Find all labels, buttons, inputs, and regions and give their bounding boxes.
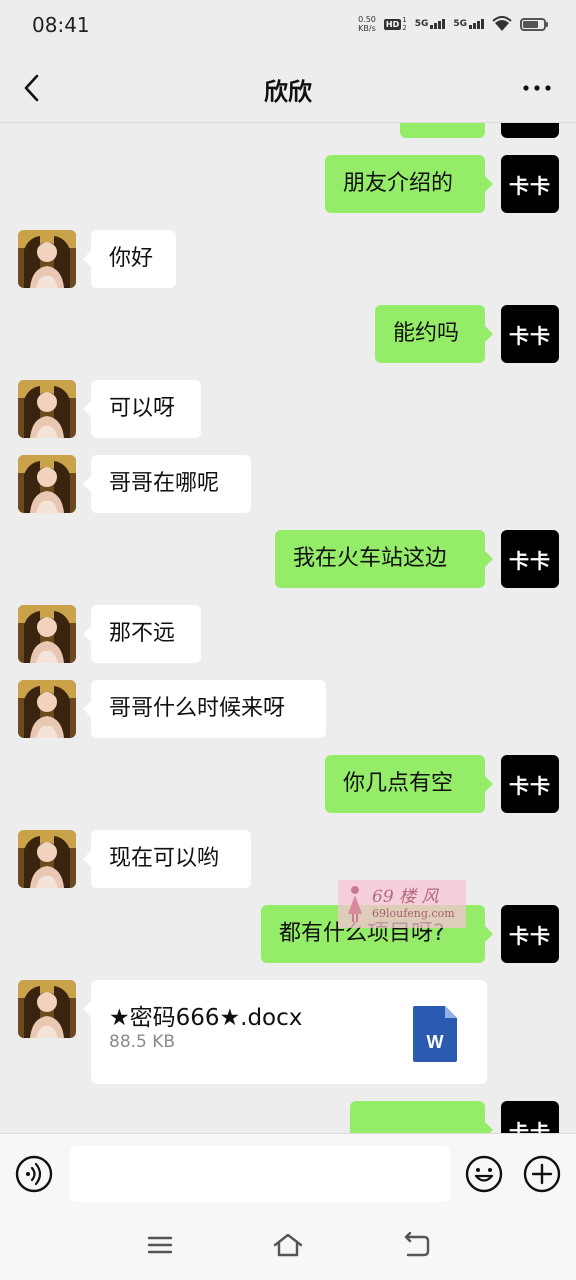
signal-label-sim1: 5G <box>414 19 429 29</box>
avatar[interactable] <box>18 230 76 288</box>
message-bubble-incoming[interactable]: 可以呀 <box>83 380 201 438</box>
hd-sim-top: 1 <box>402 16 407 24</box>
message-bubble-incoming[interactable]: 哥哥什么时候来呀 <box>83 680 326 738</box>
avatar[interactable] <box>18 455 76 513</box>
message-bubble-incoming[interactable]: 哥哥在哪呢 <box>83 455 251 513</box>
avatar[interactable] <box>18 980 76 1038</box>
more-horizontal-icon <box>523 85 551 91</box>
voice-icon <box>15 1155 53 1193</box>
avatar[interactable]: 卡卡 <box>501 905 559 963</box>
message-row-outgoing: 卡卡 <box>0 1101 576 1133</box>
message-row-incoming: 哥哥在哪呢 <box>0 455 576 535</box>
avatar[interactable] <box>18 830 76 888</box>
avatar[interactable]: 卡卡 <box>501 755 559 813</box>
file-name: ★密码666★.docx <box>109 1005 303 1031</box>
system-back-button[interactable] <box>396 1227 436 1263</box>
message-row-incoming: ★密码666★.docx 88.5 KB W <box>0 980 576 1084</box>
avatar-label: 卡卡 <box>509 923 551 948</box>
signal-icon-sim2: 5G <box>453 19 484 29</box>
message-row-outgoing: 卡卡 能约吗 <box>0 305 576 385</box>
file-size: 88.5 KB <box>109 1032 176 1052</box>
message-row-incoming: 哥哥什么时候来呀 <box>0 680 576 760</box>
recent-apps-button[interactable] <box>140 1227 180 1263</box>
network-speed-unit: KB/s <box>358 24 376 33</box>
message-row-outgoing: 卡卡 朋友介绍的 <box>0 155 576 235</box>
input-bar <box>0 1133 576 1214</box>
signal-icon-sim1: 5G <box>415 19 446 29</box>
message-row-outgoing: 卡卡 你几点有空 <box>0 755 576 835</box>
avatar-label: 卡卡 <box>509 1119 551 1134</box>
message-bubble-outgoing[interactable]: 能约吗 <box>375 305 493 363</box>
avatar[interactable]: 卡卡 <box>501 123 559 138</box>
message-bubble-outgoing[interactable]: 你几点有空 <box>325 755 493 813</box>
emoji-button[interactable] <box>464 1154 504 1194</box>
message-bubble-incoming[interactable]: 那不远 <box>83 605 201 663</box>
menu-icon <box>147 1236 173 1254</box>
voice-button[interactable] <box>14 1154 54 1194</box>
message-bubble-outgoing[interactable]: 你好 <box>400 123 485 138</box>
message-row-incoming: 可以呀 <box>0 380 576 460</box>
system-nav-bar <box>0 1213 576 1280</box>
avatar[interactable] <box>18 380 76 438</box>
avatar-label: 卡卡 <box>509 123 551 124</box>
emoji-icon <box>465 1155 503 1193</box>
hd-sim-numbers: 1 2 <box>402 16 406 32</box>
hd-sim-bottom: 2 <box>402 24 407 32</box>
hd-label: HD <box>383 18 402 30</box>
chat-header: 欣欣 <box>0 52 576 123</box>
more-options-button[interactable] <box>520 74 554 102</box>
watermark-url: 69loufeng.com <box>372 907 455 920</box>
watermark-brand: 69 楼 风 <box>372 887 439 907</box>
avatar-label: 卡卡 <box>509 323 551 348</box>
message-bubble-incoming[interactable]: 你好 <box>83 230 176 288</box>
message-input[interactable] <box>70 1146 450 1202</box>
message-bubble-incoming[interactable]: 现在可以哟 <box>83 830 251 888</box>
message-bubble-outgoing[interactable]: 我在火车站这边 <box>275 530 493 588</box>
avatar[interactable]: 卡卡 <box>501 305 559 363</box>
hd-voice-icon: HD 1 2 <box>383 16 407 32</box>
avatar[interactable] <box>18 680 76 738</box>
avatar-label: 卡卡 <box>509 173 551 198</box>
network-speed-value: 0.50 <box>358 15 376 24</box>
network-speed: 0.50 KB/s <box>358 15 376 33</box>
message-list[interactable]: 卡卡你好卡卡朋友介绍的你好卡卡能约吗可以呀哥哥在哪呢卡卡我在火车站这边那不远哥哥… <box>0 123 576 1133</box>
message-row-outgoing: 卡卡 我在火车站这边 <box>0 530 576 610</box>
home-icon <box>273 1233 303 1257</box>
message-row-incoming: 现在可以哟 <box>0 830 576 910</box>
status-icons: 0.50 KB/s HD 1 2 5G 5G <box>358 15 548 33</box>
plus-icon <box>523 1155 561 1193</box>
avatar[interactable]: 卡卡 <box>501 155 559 213</box>
status-time: 08:41 <box>32 13 90 37</box>
avatar[interactable] <box>18 605 76 663</box>
avatar[interactable]: 卡卡 <box>501 530 559 588</box>
home-button[interactable] <box>268 1227 308 1263</box>
status-bar: 08:41 0.50 KB/s HD 1 2 5G 5G <box>0 0 576 52</box>
back-icon <box>404 1232 430 1257</box>
word-file-icon: W <box>413 1006 457 1066</box>
avatar-label: 卡卡 <box>509 773 551 798</box>
message-bubble-outgoing[interactable] <box>350 1101 493 1133</box>
message-bubble-outgoing[interactable]: 朋友介绍的 <box>325 155 493 213</box>
wifi-icon <box>492 16 512 31</box>
file-message[interactable]: ★密码666★.docx 88.5 KB W <box>83 980 487 1084</box>
avatar-label: 卡卡 <box>509 548 551 573</box>
message-row-incoming: 那不远 <box>0 605 576 685</box>
avatar[interactable]: 卡卡 <box>501 1101 559 1133</box>
watermark-figure-icon <box>348 886 362 922</box>
more-functions-button[interactable] <box>522 1154 562 1194</box>
watermark: 69 楼 风 69loufeng.com <box>338 880 466 928</box>
file-icon-letter: W <box>426 1032 444 1052</box>
signal-label-sim2: 5G <box>453 19 467 29</box>
chat-title: 欣欣 <box>264 78 312 106</box>
message-row-outgoing: 卡卡 都有什么项目呀? <box>0 905 576 985</box>
battery-icon <box>520 17 548 31</box>
message-row-incoming: 你好 <box>0 230 576 310</box>
